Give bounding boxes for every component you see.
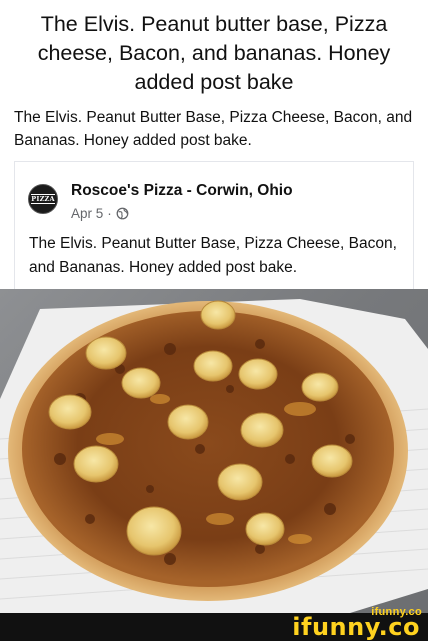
ifunny-watermark-logo[interactable]: ifunny.co (292, 614, 420, 640)
meta-separator: · (107, 206, 112, 221)
post-text: The Elvis. Peanut Butter Base, Pizza Che… (29, 235, 397, 276)
meme-caption: The Elvis. Peanut Butter Base, Pizza Che… (14, 109, 413, 149)
meme-title: The Elvis. Peanut butter base, Pizza che… (37, 12, 391, 94)
avatar-logo-text: PIZZA (31, 194, 55, 204)
page-avatar[interactable]: PIZZA (28, 184, 58, 214)
facebook-post-card: PIZZA Roscoe's Pizza - Corwin, Ohio Apr … (14, 161, 414, 291)
post-date[interactable]: Apr 5 (71, 206, 103, 221)
globe-icon (116, 207, 129, 220)
page-name-link[interactable]: Roscoe's Pizza - Corwin, Ohio (71, 182, 293, 200)
post-meta: Apr 5 · (71, 206, 129, 221)
pizza-illustration (0, 299, 428, 613)
pizza-photo[interactable] (0, 289, 428, 613)
